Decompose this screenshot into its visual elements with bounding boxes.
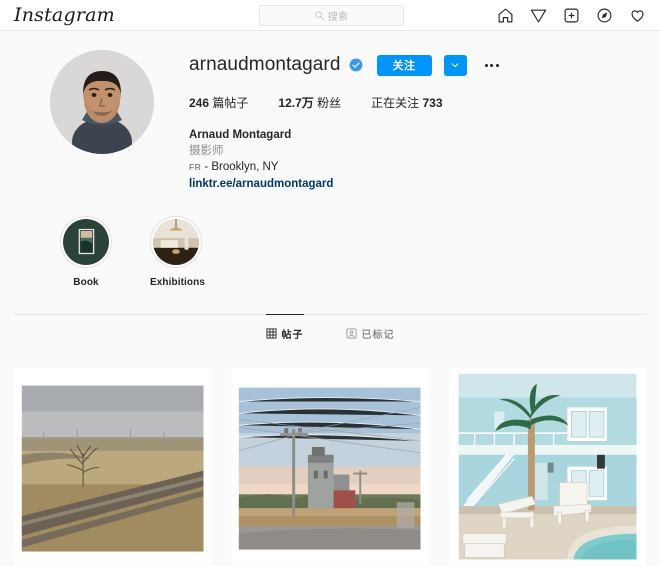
posts-label: 篇帖子 <box>212 96 249 110</box>
stat-following[interactable]: 正在关注 733 <box>371 94 442 111</box>
tab-posts[interactable]: 帖子 <box>265 314 304 350</box>
profile-occupation: 摄影师 <box>189 145 224 157</box>
profile-info: arnaudmontagard 关注 246 篇帖子 12.7万 粉丝 正在关注… <box>189 48 646 192</box>
story-highlights: Book Exhibitions <box>14 192 646 288</box>
top-navigation-bar: Instagram 搜索 <box>0 0 660 31</box>
highlight-ring <box>60 216 112 268</box>
avatar-portrait-image <box>49 50 154 154</box>
options-dot <box>484 63 488 67</box>
profile-header: arnaudmontagard 关注 246 篇帖子 12.7万 粉丝 正在关注… <box>14 31 646 192</box>
stat-followers[interactable]: 12.7万 粉丝 <box>278 94 341 111</box>
dark-green-framed-photo-image <box>63 219 109 265</box>
highlight-book[interactable]: Book <box>60 216 112 288</box>
search-input[interactable]: 搜索 <box>259 5 404 26</box>
compass-icon[interactable] <box>596 7 613 24</box>
highlight-ring <box>150 216 202 268</box>
username-row: arnaudmontagard 关注 <box>189 52 646 78</box>
highlight-label: Book <box>73 277 99 288</box>
posts-count: 246 <box>189 96 210 110</box>
follow-dropdown-button[interactable] <box>443 54 467 76</box>
post-image-railroad-prairie <box>14 368 212 566</box>
options-dot <box>490 63 493 67</box>
post-image-grain-elevator-dusk <box>231 368 429 566</box>
profile-full-name: Arnaud Montagard <box>189 129 292 141</box>
more-options-button[interactable] <box>483 60 501 71</box>
profile-location: FR - Brooklyn, NY <box>189 159 646 175</box>
chevron-down-icon <box>451 63 459 68</box>
avatar-container <box>14 48 189 192</box>
profile-bio: Arnaud Montagard 摄影师 FR - Brooklyn, NY l… <box>189 127 646 192</box>
paper-plane-icon[interactable] <box>530 7 547 24</box>
post-grain-elevator-dusk[interactable] <box>231 368 429 566</box>
profile-stats: 246 篇帖子 12.7万 粉丝 正在关注 733 <box>189 94 646 111</box>
following-label: 正在关注 <box>371 96 420 110</box>
verified-badge-icon <box>349 58 362 72</box>
instagram-logo[interactable]: Instagram <box>14 4 115 26</box>
plus-square-icon[interactable] <box>563 7 580 24</box>
gallery-interior-pendant-lamp-image <box>153 219 199 265</box>
profile-username: arnaudmontagard <box>189 54 341 75</box>
profile-external-link[interactable]: linktr.ee/arnaudmontagard <box>189 176 333 192</box>
search-placeholder: 搜索 <box>327 12 349 23</box>
post-grid <box>14 368 646 566</box>
tab-tagged[interactable]: 已标记 <box>346 314 395 350</box>
profile-tabs: 帖子 已标记 <box>14 314 646 351</box>
grid-icon <box>265 328 277 339</box>
highlight-label: Exhibitions <box>150 277 205 288</box>
post-railroad-prairie[interactable] <box>14 368 212 566</box>
options-dot <box>495 63 499 67</box>
tab-tagged-label: 已标记 <box>361 330 395 341</box>
nav-icon-group <box>497 0 646 31</box>
heart-icon[interactable] <box>629 7 646 24</box>
stat-posts[interactable]: 246 篇帖子 <box>189 94 248 111</box>
following-count: 733 <box>422 96 443 110</box>
avatar[interactable] <box>49 50 154 154</box>
highlight-exhibitions[interactable]: Exhibitions <box>150 216 205 288</box>
follow-button[interactable]: 关注 <box>376 54 432 76</box>
tab-posts-label: 帖子 <box>281 330 304 341</box>
home-icon[interactable] <box>497 7 514 24</box>
location-text: - Brooklyn, NY <box>204 161 279 173</box>
country-code: FR <box>189 162 202 172</box>
highlight-cover-book <box>63 219 109 265</box>
tagged-person-icon <box>346 328 356 339</box>
followers-count: 12.7万 <box>278 96 314 110</box>
search-icon <box>315 11 324 20</box>
highlight-cover-exhibitions <box>153 219 199 265</box>
followers-label: 粉丝 <box>317 96 342 110</box>
post-blue-motel-pool[interactable] <box>448 368 646 566</box>
post-image-blue-motel-pool <box>448 368 646 566</box>
